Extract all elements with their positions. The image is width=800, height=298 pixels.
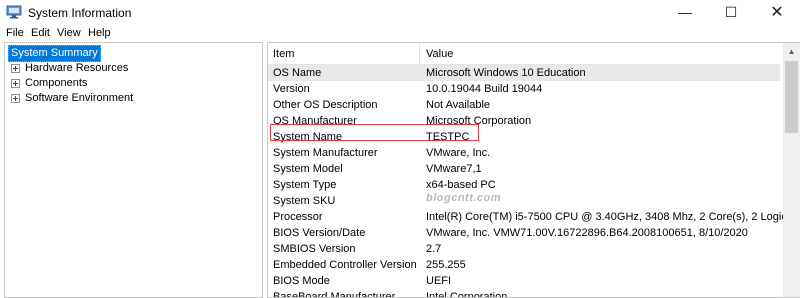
row-item: BaseBoard Manufacturer: [273, 291, 396, 298]
table-row[interactable]: Version 10.0.19044 Build 19044: [268, 81, 780, 97]
tree-item-label: Hardware Resources: [25, 62, 129, 74]
row-item: BIOS Version/Date: [273, 227, 366, 239]
row-value: Not Available: [426, 99, 491, 111]
row-item: Embedded Controller Version: [273, 259, 417, 271]
row-item: System Type: [273, 179, 337, 191]
details-list[interactable]: Item Value OS Name Microsoft Windows 10 E…: [267, 42, 800, 298]
row-item: Other OS Description: [273, 99, 378, 111]
tree-item-label: Software Environment: [25, 92, 134, 104]
system-information-app-icon: [6, 5, 22, 19]
vertical-scrollbar[interactable]: ▲: [783, 43, 800, 297]
row-item: Version: [273, 83, 310, 95]
tree-item-label: Components: [25, 77, 88, 89]
row-value: VMware7,1: [426, 163, 482, 175]
menu-file[interactable]: File: [6, 27, 24, 39]
menu-edit[interactable]: Edit: [31, 27, 50, 39]
annotation-highlight-box: [270, 124, 479, 141]
table-row[interactable]: BIOS Version/Date VMware, Inc. VMW71.00V.…: [268, 225, 780, 241]
menu-view[interactable]: View: [57, 27, 81, 39]
row-value: Microsoft Windows 10 Education: [426, 67, 586, 79]
table-row[interactable]: OS Name Microsoft Windows 10 Education: [268, 65, 780, 81]
column-header-item[interactable]: Item: [268, 43, 420, 65]
system-information-window: System Information — ☐ ✕ File Edit View …: [0, 0, 800, 298]
tree-item-system-summary[interactable]: System Summary: [8, 45, 101, 62]
category-tree[interactable]: System Summary Hardware Resources Compon…: [4, 42, 263, 298]
row-value: 255.255: [426, 259, 466, 271]
row-value: VMware, Inc. VMW71.00V.16722896.B64.2008…: [426, 227, 748, 239]
menu-help[interactable]: Help: [88, 27, 111, 39]
table-row[interactable]: Other OS Description Not Available: [268, 97, 780, 113]
row-value: Intel Corporation: [426, 291, 508, 298]
details-rows: OS Name Microsoft Windows 10 Education Ve…: [268, 65, 800, 298]
title-bar: System Information — ☐ ✕: [0, 0, 800, 25]
scrollbar-thumb[interactable]: [785, 61, 798, 133]
expand-plus-icon[interactable]: [11, 64, 20, 73]
row-value: Intel(R) Core(TM) i5-7500 CPU @ 3.40GHz,…: [426, 211, 800, 223]
close-button[interactable]: ✕: [754, 0, 800, 25]
table-row[interactable]: Embedded Controller Version 255.255: [268, 257, 780, 273]
expand-plus-icon[interactable]: [11, 79, 20, 88]
row-value: 2.7: [426, 243, 442, 255]
table-row[interactable]: System Model VMware7,1: [268, 161, 780, 177]
table-row[interactable]: Processor Intel(R) Core(TM) i5-7500 CPU @…: [268, 209, 800, 225]
menu-bar: File Edit View Help: [0, 25, 800, 42]
row-item: System Manufacturer: [273, 147, 378, 159]
row-value: x64-based PC: [426, 179, 496, 191]
row-item: System SKU: [273, 195, 336, 207]
row-item: System Model: [273, 163, 343, 175]
row-value: UEFI: [426, 275, 452, 287]
table-row[interactable]: BIOS Mode UEFI: [268, 273, 780, 289]
scroll-up-arrow-icon[interactable]: ▲: [783, 43, 800, 60]
maximize-button[interactable]: ☐: [708, 0, 754, 25]
row-value: VMware, Inc.: [426, 147, 491, 159]
table-row[interactable]: System Manufacturer VMware, Inc.: [268, 145, 780, 161]
table-row[interactable]: SMBIOS Version 2.7: [268, 241, 780, 257]
row-item: SMBIOS Version: [273, 243, 356, 255]
table-row[interactable]: System Type x64-based PC: [268, 177, 780, 193]
row-item: BIOS Mode: [273, 275, 330, 287]
expand-plus-icon[interactable]: [11, 94, 20, 103]
window-title: System Information: [28, 6, 132, 20]
table-row[interactable]: BaseBoard Manufacturer Intel Corporation: [268, 289, 780, 298]
minimize-button[interactable]: —: [662, 0, 708, 25]
table-row[interactable]: System SKU: [268, 193, 780, 209]
watermark: blogcntt.com: [426, 192, 502, 204]
column-header-value[interactable]: Value: [420, 43, 780, 65]
row-value: 10.0.19044 Build 19044: [426, 83, 543, 95]
row-item: Processor: [273, 211, 323, 223]
row-item: OS Name: [273, 67, 322, 79]
